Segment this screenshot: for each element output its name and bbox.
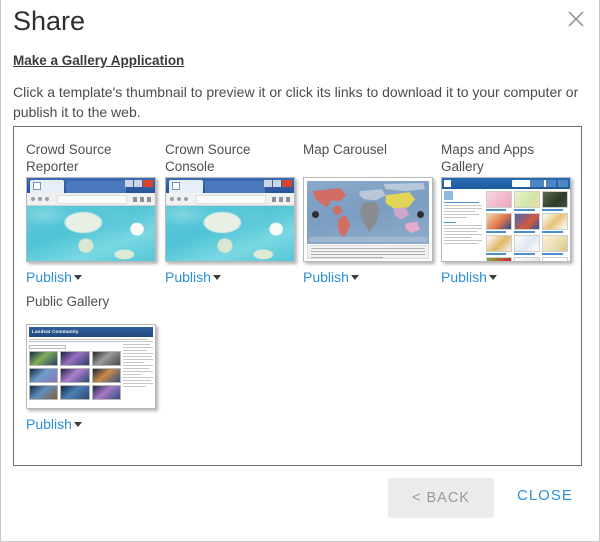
wrench-icon	[286, 197, 290, 202]
world-map-canvas	[307, 181, 429, 244]
browser-toolbar	[166, 193, 294, 206]
browser-tab-favicon-icon	[33, 182, 41, 190]
share-dialog: Share Make a Gallery Application Click a…	[0, 0, 600, 542]
gallery-header-bar	[442, 178, 570, 189]
back-arrow-icon	[170, 197, 174, 201]
template-card-crowd-source-reporter[interactable]: Crowd Source Reporter	[26, 141, 164, 287]
template-card-crown-source-console[interactable]: Crown Source Console	[165, 141, 303, 287]
chevron-down-icon	[351, 275, 359, 280]
gallery-signin-button	[558, 180, 568, 187]
window-controls	[264, 180, 292, 187]
gallery-user-button	[546, 180, 556, 187]
gallery-body	[442, 189, 570, 261]
template-card-map-carousel[interactable]: Map Carousel	[303, 141, 441, 287]
landsat-thumbnail-grid	[29, 351, 121, 400]
close-icon[interactable]	[563, 6, 589, 32]
template-title: Crowd Source Reporter	[26, 141, 158, 175]
download-icon	[140, 197, 144, 202]
template-card-maps-and-apps-gallery[interactable]: Maps and Apps Gallery	[441, 141, 579, 287]
world-map-thumbnail[interactable]	[303, 177, 433, 262]
landsat-body	[29, 339, 153, 406]
intro-description: Click a template's thumbnail to preview …	[13, 82, 591, 122]
star-icon	[272, 197, 276, 202]
forward-arrow-icon	[177, 197, 181, 201]
publish-label: Publish	[26, 269, 72, 285]
template-title: Maps and Apps Gallery	[441, 141, 573, 175]
template-panel: Crowd Source Reporter	[13, 126, 582, 466]
reload-icon	[184, 197, 188, 201]
minimize-icon	[264, 180, 272, 187]
back-button[interactable]: < BACK	[388, 478, 494, 518]
chevron-down-icon	[74, 422, 82, 427]
gallery-page-thumbnail[interactable]	[441, 177, 571, 262]
browser-titlebar	[166, 178, 294, 193]
reload-icon	[45, 197, 49, 201]
gallery-avatar-icon	[444, 191, 453, 200]
minimize-icon	[125, 180, 133, 187]
map-preview	[166, 206, 294, 261]
browser-tab-secondary	[66, 181, 126, 193]
publish-label: Publish	[165, 269, 211, 285]
wrench-icon	[147, 197, 151, 202]
chevron-down-icon	[74, 275, 82, 280]
forward-arrow-icon	[38, 197, 42, 201]
template-title: Map Carousel	[303, 141, 435, 175]
landsat-sidebar	[123, 341, 153, 406]
window-close-icon	[143, 180, 153, 187]
address-bar	[57, 195, 127, 204]
map-preview	[27, 206, 155, 261]
chevron-down-icon	[489, 275, 497, 280]
landsat-search-field	[29, 345, 66, 349]
browser-titlebar	[27, 178, 155, 193]
publish-link[interactable]: Publish	[26, 269, 82, 285]
browser-toolbar	[27, 193, 155, 206]
close-button[interactable]: CLOSE	[517, 487, 573, 504]
download-icon	[279, 197, 283, 202]
back-arrow-icon	[31, 197, 35, 201]
template-card-public-gallery[interactable]: Public Gallery Landsat Community	[26, 293, 164, 434]
star-icon	[133, 197, 137, 202]
make-gallery-application-link[interactable]: Make a Gallery Application	[13, 53, 184, 68]
gallery-sidebar	[444, 191, 482, 259]
template-title: Crown Source Console	[165, 141, 297, 175]
publish-label: Publish	[303, 269, 349, 285]
gallery-thumbnail-grid	[486, 191, 568, 261]
publish-link[interactable]: Publish	[26, 416, 82, 432]
browser-window-map-thumbnail[interactable]	[165, 177, 295, 262]
window-controls	[125, 180, 153, 187]
publish-link[interactable]: Publish	[441, 269, 497, 285]
maximize-icon	[273, 180, 281, 187]
page-title: Share	[13, 6, 85, 37]
address-bar	[196, 195, 266, 204]
landsat-header: Landsat Community	[29, 327, 153, 337]
browser-tab-favicon-icon	[172, 182, 180, 190]
landsat-community-thumbnail[interactable]: Landsat Community	[26, 324, 156, 409]
maximize-icon	[134, 180, 142, 187]
publish-link[interactable]: Publish	[303, 269, 359, 285]
chevron-down-icon	[213, 275, 221, 280]
gallery-nav-button	[530, 180, 544, 187]
publish-label: Publish	[441, 269, 487, 285]
landsat-grid-area	[29, 345, 121, 406]
window-close-icon	[282, 180, 292, 187]
publish-link[interactable]: Publish	[165, 269, 221, 285]
publish-label: Publish	[26, 416, 72, 432]
map-caption-strip	[307, 245, 429, 259]
browser-tab-secondary	[205, 181, 265, 193]
browser-window-map-thumbnail[interactable]	[26, 177, 156, 262]
template-title: Public Gallery	[26, 293, 158, 310]
gallery-logo-icon	[444, 180, 451, 187]
